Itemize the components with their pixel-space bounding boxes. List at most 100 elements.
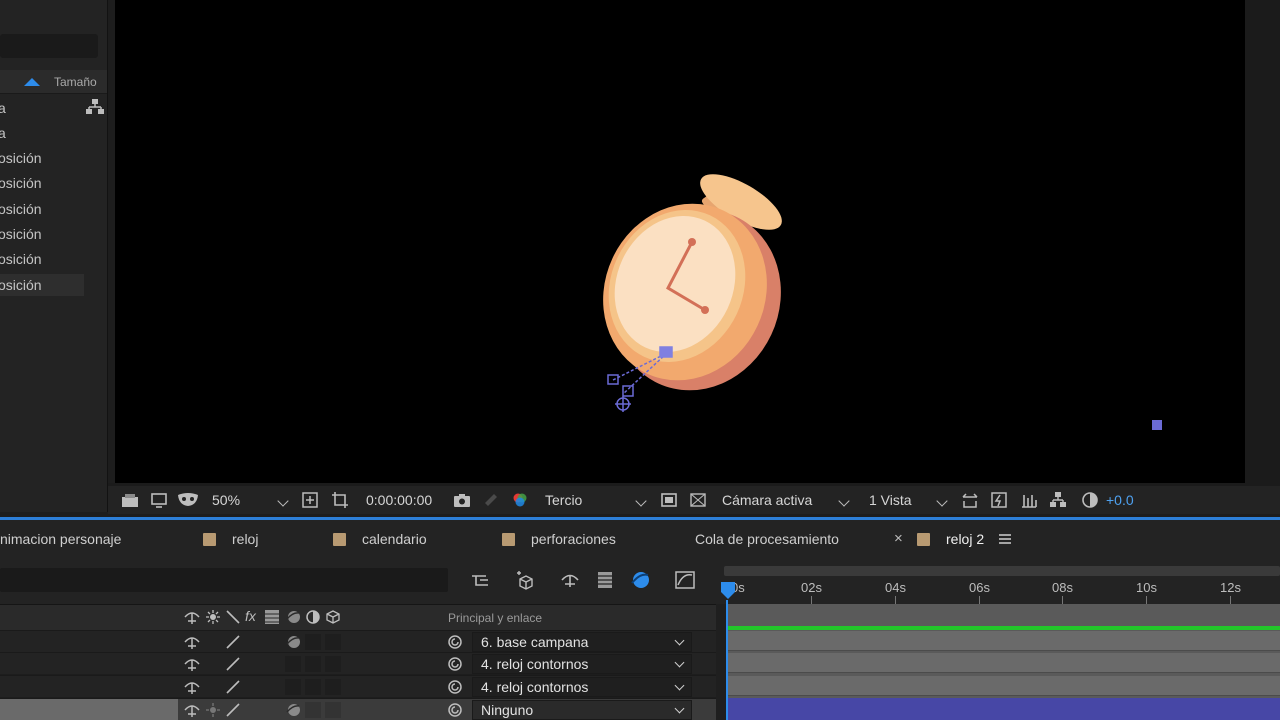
tab-perforaciones[interactable]: perforaciones (502, 520, 616, 558)
motion-blur-switch-icon[interactable] (285, 609, 301, 625)
shy-icon[interactable] (184, 656, 200, 672)
3d-switch[interactable] (325, 656, 341, 672)
layer-row-selected[interactable]: Ninguno (0, 698, 716, 720)
3d-layer-icon[interactable] (325, 609, 341, 625)
playhead-handle[interactable] (720, 582, 736, 600)
comp-flowchart-icon[interactable] (1049, 491, 1067, 509)
adjustment-layer-icon[interactable] (305, 609, 321, 625)
view-layout-dropdown[interactable]: 1 Vista (869, 486, 912, 514)
project-item-selected[interactable]: osición (0, 274, 84, 296)
adjustment-switch[interactable] (305, 702, 321, 718)
quality-icon[interactable] (225, 656, 241, 672)
project-item[interactable]: osición (0, 198, 84, 220)
current-time-display[interactable]: 0:00:00:00 (366, 486, 432, 514)
quality-icon[interactable] (225, 679, 241, 695)
frame-blend-switch-icon[interactable] (264, 609, 280, 625)
toggle-transparency-icon[interactable] (660, 491, 678, 509)
composition-viewer[interactable] (115, 0, 1245, 483)
layer-row[interactable]: 6. base campana (0, 630, 716, 652)
shy-icon[interactable] (184, 609, 200, 625)
chevron-down-icon[interactable] (936, 495, 948, 507)
region-of-interest-icon[interactable] (331, 491, 349, 509)
adjustment-switch[interactable] (305, 656, 321, 672)
size-column-label[interactable]: Tamaño (54, 75, 97, 89)
mask-visibility-icon[interactable] (177, 491, 199, 509)
flowchart-icon[interactable] (86, 99, 104, 115)
pick-whip-icon[interactable] (447, 702, 463, 718)
shy-layers-icon[interactable] (560, 571, 580, 589)
null-object-handle[interactable] (1152, 420, 1162, 430)
graph-editor-icon[interactable] (674, 569, 696, 591)
quality-icon[interactable] (225, 634, 241, 650)
project-item[interactable]: a (0, 122, 84, 144)
panel-menu-icon[interactable] (999, 533, 1011, 545)
quality-icon[interactable] (225, 609, 241, 625)
transparency-grid-icon[interactable] (689, 491, 707, 509)
fast-previews-icon[interactable] (990, 491, 1008, 509)
adjustment-switch[interactable] (305, 634, 321, 650)
adjustment-switch[interactable] (305, 679, 321, 695)
layer-bar[interactable] (728, 631, 1280, 651)
pick-whip-icon[interactable] (447, 679, 463, 695)
project-item[interactable]: osición (0, 223, 84, 245)
layer-bar[interactable] (728, 676, 1280, 696)
pick-whip-icon[interactable] (447, 656, 463, 672)
effects-fx-icon[interactable]: fx (245, 608, 256, 624)
layer-row[interactable]: 4. reloj contornos (0, 675, 716, 697)
motion-blur-switch[interactable] (285, 679, 301, 695)
work-area-bar[interactable] (724, 566, 1280, 576)
project-item[interactable]: osición (0, 248, 84, 270)
monitor-icon[interactable] (150, 491, 168, 509)
always-preview-icon[interactable] (121, 491, 139, 509)
collapse-transform-icon[interactable] (205, 609, 221, 625)
parent-dropdown[interactable]: Ninguno (472, 700, 692, 720)
shy-icon[interactable] (184, 634, 200, 650)
camera-snapshot-icon[interactable] (453, 491, 471, 509)
tab-animacion-personaje[interactable]: nimacion personaje (0, 520, 121, 558)
chevron-down-icon[interactable] (838, 495, 850, 507)
project-item[interactable]: osición (0, 147, 84, 169)
show-snapshot-icon[interactable] (482, 491, 500, 509)
shy-icon[interactable] (184, 702, 200, 718)
tab-cola-de-procesamiento[interactable]: Cola de procesamiento (695, 520, 839, 558)
parent-dropdown[interactable]: 4. reloj contornos (472, 654, 692, 674)
project-item[interactable]: osición (0, 172, 84, 194)
camera-view-dropdown[interactable]: Cámara activa (722, 486, 812, 514)
chevron-down-icon[interactable] (635, 495, 647, 507)
fit-view-icon[interactable] (301, 491, 319, 509)
timeline-icon[interactable] (1020, 491, 1038, 509)
quality-icon[interactable] (225, 702, 241, 718)
tab-calendario[interactable]: calendario (333, 520, 427, 558)
zoom-dropdown[interactable]: 50% (212, 486, 240, 514)
guide-options-dropdown[interactable]: Tercio (545, 486, 582, 514)
motion-blur-switch-icon[interactable] (285, 634, 301, 650)
pick-whip-icon[interactable] (447, 634, 463, 650)
3d-switch[interactable] (325, 634, 341, 650)
3d-switch[interactable] (325, 702, 341, 718)
selected-layer-bar[interactable] (728, 698, 1280, 720)
layer-bar[interactable] (728, 653, 1280, 673)
collapse-transform-icon[interactable] (205, 702, 221, 718)
tab-reloj-2[interactable]: reloj 2 (917, 520, 984, 558)
parent-dropdown[interactable]: 4. reloj contornos (472, 677, 692, 697)
sort-ascending-icon[interactable] (24, 78, 40, 86)
chevron-down-icon[interactable] (277, 495, 289, 507)
reset-exposure-icon[interactable] (1081, 491, 1099, 509)
motion-blur-switch[interactable] (285, 656, 301, 672)
motion-blur-icon[interactable] (629, 569, 651, 591)
draft-3d-icon[interactable] (514, 569, 536, 591)
close-icon[interactable]: × (894, 530, 903, 547)
parent-dropdown[interactable]: 6. base campana (472, 632, 692, 652)
toggle-pixel-aspect-icon[interactable] (961, 491, 979, 509)
exposure-value[interactable]: +0.0 (1106, 486, 1134, 514)
color-channels-icon[interactable] (511, 491, 529, 509)
motion-blur-switch-icon[interactable] (285, 702, 301, 718)
project-item[interactable]: a (0, 97, 84, 119)
frame-blending-icon[interactable] (596, 570, 614, 590)
layer-row[interactable]: 4. reloj contornos (0, 652, 716, 674)
tab-reloj[interactable]: reloj (203, 520, 258, 558)
layer-search-input[interactable] (0, 568, 448, 592)
comp-mini-flowchart-icon[interactable] (470, 571, 490, 589)
shy-icon[interactable] (184, 679, 200, 695)
3d-switch[interactable] (325, 679, 341, 695)
